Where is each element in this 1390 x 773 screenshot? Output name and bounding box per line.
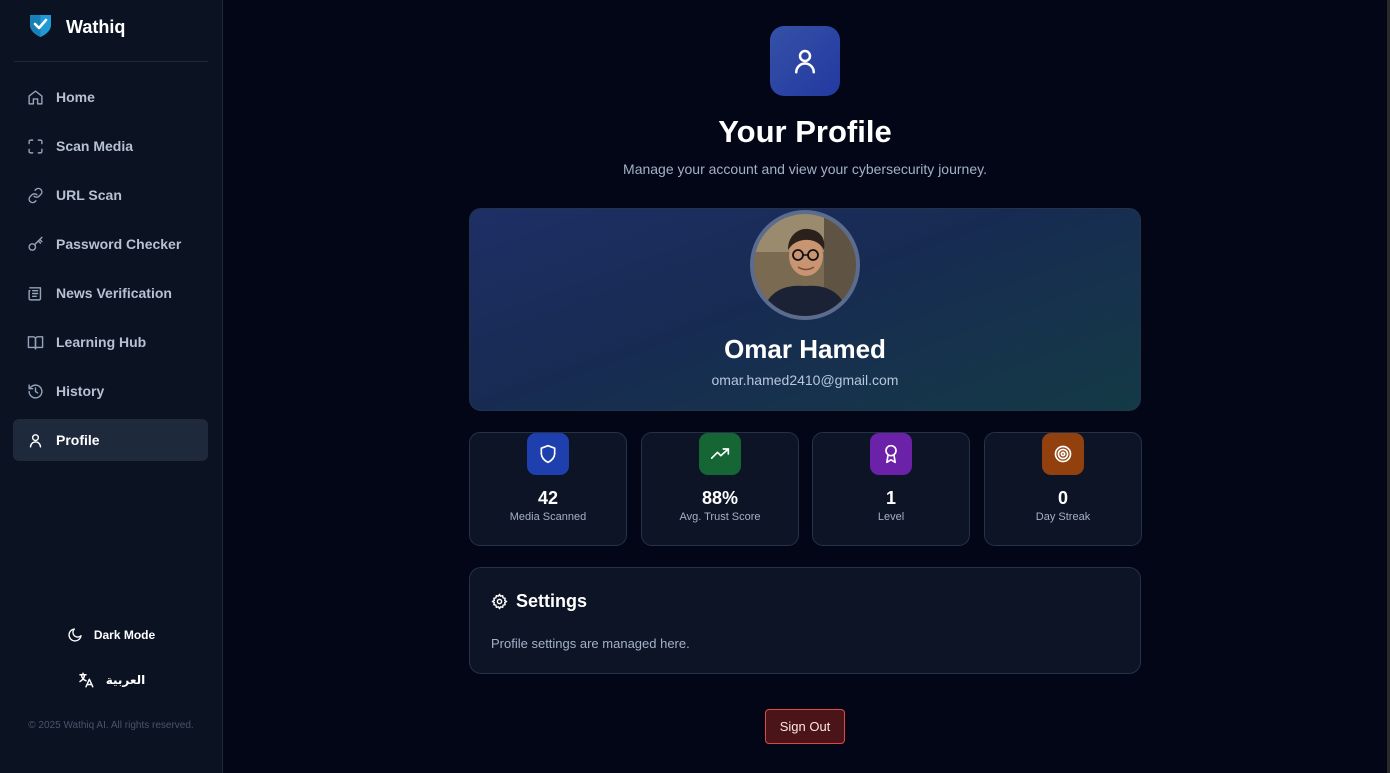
user-icon	[29, 433, 42, 448]
sidebar-nav: Home Scan Media URL Scan Password Checke…	[13, 76, 208, 468]
stat-card-level: 1 Level	[812, 432, 970, 546]
sidebar-item-home[interactable]: Home	[13, 76, 208, 118]
avatar[interactable]	[750, 210, 860, 320]
book-icon	[27, 335, 44, 350]
brand-name: Wathiq	[66, 16, 126, 37]
scan-icon	[28, 138, 43, 154]
profile-name: Omar Hamed	[724, 334, 886, 364]
sidebar-item-label: Scan Media	[56, 138, 134, 154]
profile-header-icon	[770, 26, 840, 96]
dark-mode-label: Dark Mode	[93, 628, 156, 642]
sidebar-divider	[14, 61, 208, 62]
user-icon	[795, 49, 815, 74]
sidebar-item-password-checker[interactable]: Password Checker	[13, 223, 208, 265]
sidebar-item-history[interactable]: History	[13, 370, 208, 412]
dark-mode-toggle[interactable]: Dark Mode	[14, 621, 208, 649]
language-toggle[interactable]: العربية	[14, 666, 208, 694]
stat-label: Avg. Trust Score	[679, 511, 761, 523]
main-content: Your Profile Manage your account and vie…	[223, 0, 1387, 773]
sidebar-item-label: Profile	[56, 432, 100, 448]
stat-card-day-streak: 0 Day Streak	[984, 432, 1142, 546]
settings-header: Settings	[491, 591, 587, 612]
sidebar-item-label: History	[56, 383, 105, 399]
key-icon	[28, 236, 43, 251]
avatar-photo	[754, 214, 856, 316]
trending-up-icon	[699, 433, 741, 475]
brand-logo-icon	[28, 13, 53, 42]
settings-card: Settings Profile settings are managed he…	[469, 567, 1141, 674]
stat-value: 1	[885, 488, 896, 508]
shield-icon	[527, 433, 569, 475]
moon-icon	[68, 628, 82, 642]
home-icon	[28, 89, 43, 105]
settings-text: Profile settings are managed here.	[491, 636, 690, 651]
language-label: العربية	[105, 673, 146, 687]
link-icon	[28, 187, 43, 203]
sign-out-button[interactable]: Sign Out	[765, 709, 845, 744]
copyright: © 2025 Wathiq AI. All rights reserved.	[28, 720, 194, 731]
stat-label: Day Streak	[1035, 511, 1091, 523]
stat-card-media-scanned: 42 Media Scanned	[469, 432, 627, 546]
page-subtitle: Manage your account and view your cybers…	[623, 161, 987, 177]
sidebar-item-label: News Verification	[56, 285, 172, 301]
gear-icon	[491, 593, 508, 610]
sidebar: Wathiq Home Scan Media URL Scan Password…	[0, 0, 223, 773]
stat-label: Level	[877, 511, 905, 523]
history-icon	[28, 383, 43, 399]
translate-icon	[78, 672, 94, 688]
award-icon	[870, 433, 912, 475]
sidebar-item-label: URL Scan	[56, 187, 122, 203]
brand[interactable]: Wathiq	[28, 14, 125, 40]
settings-title: Settings	[516, 591, 588, 611]
stat-value: 42	[537, 488, 559, 508]
page-title: Your Profile	[718, 114, 892, 149]
sidebar-item-url-scan[interactable]: URL Scan	[13, 174, 208, 216]
sidebar-item-profile[interactable]: Profile	[13, 419, 208, 461]
stat-value: 88%	[701, 488, 739, 508]
profile-email: omar.hamed2410@gmail.com	[711, 372, 899, 388]
sidebar-item-learning-hub[interactable]: Learning Hub	[13, 321, 208, 363]
sidebar-item-label: Home	[56, 89, 95, 105]
target-icon	[1042, 433, 1084, 475]
sidebar-item-scan-media[interactable]: Scan Media	[13, 125, 208, 167]
sidebar-item-label: Learning Hub	[56, 334, 147, 350]
sidebar-item-label: Password Checker	[56, 236, 182, 252]
stat-label: Media Scanned	[509, 511, 587, 523]
stat-card-trust-score: 88% Avg. Trust Score	[641, 432, 799, 546]
sidebar-item-news-verification[interactable]: News Verification	[13, 272, 208, 314]
stat-value: 0	[1057, 488, 1068, 508]
newspaper-icon	[28, 286, 42, 301]
